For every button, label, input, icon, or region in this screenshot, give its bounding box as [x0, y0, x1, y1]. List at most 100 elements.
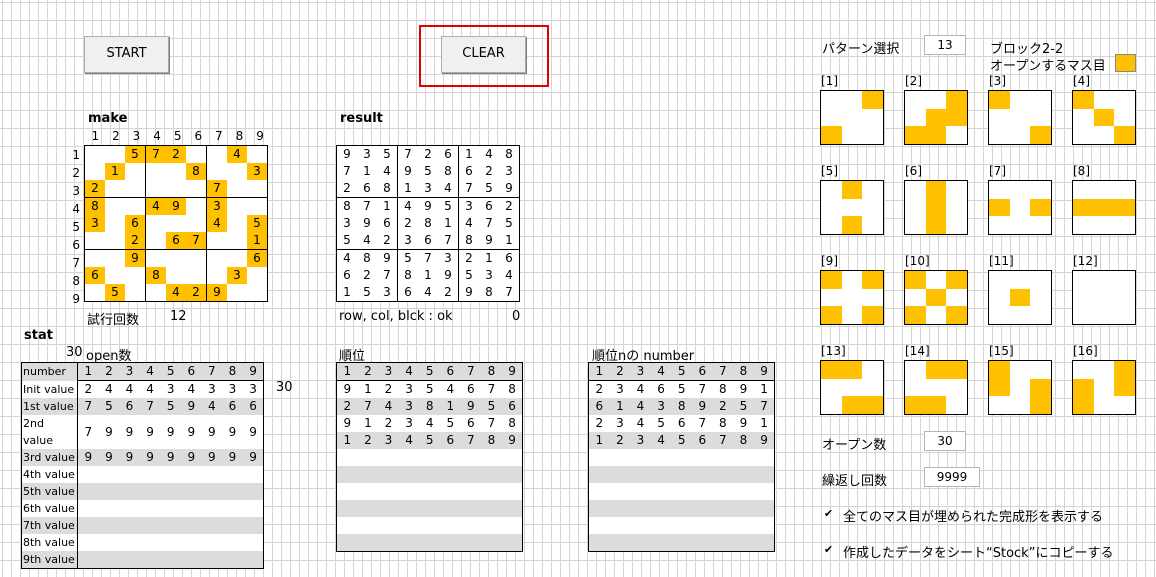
sudoku-cell[interactable]: 5: [459, 267, 480, 284]
sudoku-cell[interactable]: 4: [418, 284, 438, 302]
sudoku-cell[interactable]: [105, 232, 125, 250]
sudoku-cell[interactable]: [166, 215, 186, 232]
sudoku-cell[interactable]: [206, 232, 227, 250]
sudoku-cell[interactable]: 3: [377, 284, 398, 302]
sudoku-cell[interactable]: 4: [206, 215, 227, 232]
sudoku-cell[interactable]: [125, 267, 146, 284]
sudoku-cell[interactable]: [247, 146, 268, 164]
sudoku-cell[interactable]: [227, 163, 247, 180]
pattern-preview[interactable]: [820, 180, 884, 235]
sudoku-cell[interactable]: [207, 250, 228, 268]
pattern-preview[interactable]: [1072, 360, 1136, 415]
sudoku-cell[interactable]: 7: [206, 180, 227, 198]
pattern-preview[interactable]: [988, 360, 1052, 415]
sudoku-cell[interactable]: 2: [377, 232, 398, 250]
sudoku-cell[interactable]: [105, 198, 125, 216]
sudoku-cell[interactable]: [247, 284, 268, 302]
sudoku-cell[interactable]: 3: [499, 163, 520, 180]
sudoku-cell[interactable]: [105, 267, 125, 284]
sudoku-cell[interactable]: [227, 215, 247, 232]
pattern-preview[interactable]: [988, 180, 1052, 235]
sudoku-cell[interactable]: 5: [336, 232, 357, 250]
sudoku-cell[interactable]: 7: [458, 180, 479, 198]
sudoku-cell[interactable]: 2: [166, 145, 186, 163]
sudoku-cell[interactable]: 4: [438, 180, 459, 198]
sudoku-cell[interactable]: 9: [438, 267, 459, 284]
sudoku-cell[interactable]: [125, 284, 146, 302]
sudoku-cell[interactable]: [227, 180, 247, 198]
sudoku-cell[interactable]: [186, 180, 207, 198]
sudoku-cell[interactable]: 7: [398, 146, 419, 164]
sudoku-cell[interactable]: 3: [397, 232, 418, 250]
sudoku-cell[interactable]: 6: [166, 232, 186, 250]
sudoku-cell[interactable]: [85, 284, 106, 302]
sudoku-cell[interactable]: 7: [499, 284, 520, 302]
sudoku-cell[interactable]: 8: [377, 180, 398, 198]
sudoku-cell[interactable]: 9: [125, 249, 146, 267]
sudoku-cell[interactable]: [146, 284, 167, 302]
sudoku-cell[interactable]: 6: [125, 215, 146, 232]
sudoku-cell[interactable]: 5: [398, 250, 419, 268]
sudoku-cell[interactable]: 1: [479, 250, 499, 268]
pattern-select-input[interactable]: 13: [924, 35, 966, 55]
sudoku-cell[interactable]: [125, 163, 146, 180]
sudoku-cell[interactable]: [166, 180, 186, 198]
sudoku-cell[interactable]: [85, 250, 106, 268]
sudoku-cell[interactable]: 5: [499, 215, 520, 232]
sudoku-cell[interactable]: 8: [186, 163, 207, 180]
sudoku-cell[interactable]: 2: [398, 215, 419, 232]
sudoku-cell[interactable]: 9: [398, 163, 419, 180]
sudoku-cell[interactable]: 7: [479, 215, 499, 232]
sudoku-cell[interactable]: 2: [84, 180, 105, 198]
sudoku-cell[interactable]: 3: [438, 249, 459, 267]
sudoku-cell[interactable]: 9: [418, 198, 438, 216]
sudoku-cell[interactable]: 9: [459, 284, 480, 302]
sudoku-cell[interactable]: 6: [499, 250, 520, 268]
sudoku-cell[interactable]: 8: [499, 146, 520, 164]
show-complete-checkbox[interactable]: ✔: [823, 508, 834, 519]
sudoku-cell[interactable]: 1: [438, 215, 459, 232]
pattern-preview[interactable]: [904, 270, 968, 325]
sudoku-cell[interactable]: 8: [337, 198, 358, 216]
sudoku-cell[interactable]: 2: [479, 163, 499, 180]
sudoku-cell[interactable]: 8: [357, 250, 377, 268]
sudoku-cell[interactable]: 8: [84, 197, 105, 215]
sudoku-cell[interactable]: 6: [479, 198, 499, 216]
sudoku-cell[interactable]: 1: [499, 232, 520, 250]
sudoku-cell[interactable]: 2: [125, 232, 146, 250]
sudoku-cell[interactable]: 4: [459, 215, 480, 232]
sudoku-cell[interactable]: [247, 198, 268, 216]
sudoku-cell[interactable]: [146, 250, 167, 268]
sudoku-cell[interactable]: 7: [186, 232, 207, 250]
sudoku-cell[interactable]: 2: [418, 146, 438, 164]
sudoku-cell[interactable]: 8: [438, 163, 459, 180]
sudoku-cell[interactable]: 5: [105, 284, 125, 302]
sudoku-cell[interactable]: 6: [337, 267, 358, 284]
sudoku-cell[interactable]: 1: [459, 146, 480, 164]
sudoku-cell[interactable]: 3: [479, 267, 499, 284]
sudoku-cell[interactable]: 6: [357, 180, 377, 198]
sudoku-cell[interactable]: [186, 197, 207, 215]
sudoku-cell[interactable]: 9: [357, 215, 377, 232]
pattern-preview[interactable]: [904, 180, 968, 235]
sudoku-cell[interactable]: 4: [398, 198, 419, 216]
pattern-preview[interactable]: [904, 360, 968, 415]
sudoku-cell[interactable]: 8: [398, 267, 419, 284]
sudoku-cell[interactable]: [125, 197, 146, 215]
pattern-preview[interactable]: [904, 90, 968, 145]
sudoku-cell[interactable]: 5: [418, 163, 438, 180]
sudoku-cell[interactable]: [105, 146, 125, 164]
sudoku-cell[interactable]: [166, 267, 186, 284]
sudoku-cell[interactable]: 3: [459, 198, 480, 216]
sudoku-cell[interactable]: 1: [337, 284, 358, 302]
start-button[interactable]: START: [84, 36, 169, 73]
sudoku-cell[interactable]: [105, 180, 125, 198]
sudoku-cell[interactable]: [227, 284, 247, 302]
sudoku-cell[interactable]: 4: [499, 267, 520, 284]
sudoku-cell[interactable]: [207, 163, 228, 180]
sudoku-cell[interactable]: [85, 163, 106, 180]
sudoku-cell[interactable]: 4: [357, 232, 377, 250]
sudoku-cell[interactable]: 5: [357, 284, 377, 302]
sudoku-cell[interactable]: [207, 267, 228, 284]
sudoku-cell[interactable]: 3: [357, 146, 377, 164]
